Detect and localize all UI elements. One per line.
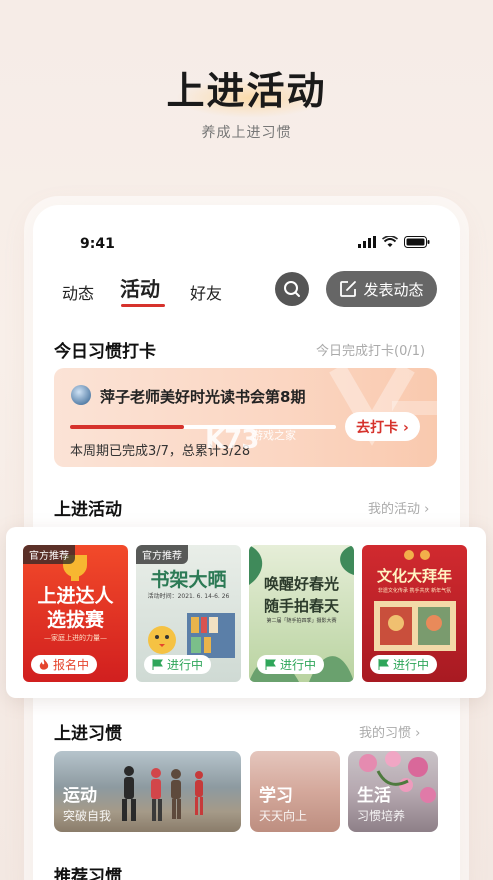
- activity-card[interactable]: 官方推荐 书架大晒 活动时间：2021. 6. 14-6. 26 进行中: [136, 545, 241, 682]
- flag-icon: [265, 659, 276, 670]
- activity-tag: 官方推荐: [136, 545, 188, 564]
- habit-title: 生活: [357, 786, 391, 806]
- habits-section-title: 上进习惯: [54, 724, 122, 744]
- checkin-progress-text: 今日完成打卡(0/1): [316, 344, 426, 359]
- lantern-icon: [404, 550, 430, 560]
- habit-title: 运动: [63, 786, 97, 806]
- recommend-section-title: 推荐习惯: [54, 867, 122, 880]
- flag-icon: [152, 659, 163, 670]
- activity-status-label: 报名中: [53, 658, 90, 672]
- activity-card[interactable]: 唤醒好春光 随手拍春天 第二届「随手拍四季」摄影大赛 进行中: [249, 545, 354, 682]
- post-button[interactable]: 发表动态: [326, 271, 437, 307]
- habit-subtitle: 习惯培养: [357, 809, 406, 823]
- checkin-progress-fill: [70, 425, 185, 429]
- activity-status-badge: 报名中: [31, 655, 98, 674]
- fire-icon: [39, 658, 49, 670]
- edit-icon: [340, 281, 357, 297]
- activity-headline-2: 随手拍春天: [263, 597, 339, 615]
- battery-icon: [404, 236, 430, 248]
- activity-headline: 唤醒好春光: [263, 575, 339, 593]
- activity-headline: 文化大拜年: [376, 567, 452, 585]
- bookshelf-illustration: [148, 613, 235, 658]
- activity-caption: —家庭上进的力量—: [44, 634, 107, 642]
- flag-icon: [378, 659, 389, 670]
- activity-status-badge: 进行中: [370, 655, 438, 674]
- search-button[interactable]: [275, 272, 309, 306]
- watermark-logo: K73: [205, 425, 259, 455]
- status-icons: [358, 236, 430, 248]
- activity-tag: 官方推荐: [23, 545, 75, 564]
- habit-card-life[interactable]: 生活 习惯培养: [348, 751, 438, 832]
- checkin-section-title: 今日习惯打卡: [54, 342, 156, 362]
- activity-status-badge: 进行中: [257, 655, 325, 674]
- hero-title: 上进活动: [166, 69, 327, 113]
- my-habits-link[interactable]: 我的习惯 ›: [359, 722, 420, 741]
- wifi-icon: [382, 236, 398, 247]
- activity-caption: 第二届「随手拍四季」摄影大赛: [266, 618, 337, 624]
- activity-headline: 书架大晒: [150, 569, 227, 591]
- my-activities-link[interactable]: 我的活动 ›: [368, 498, 429, 517]
- tab-active-underline: [121, 304, 165, 307]
- hero-subtitle: 养成上进习惯: [201, 125, 292, 141]
- tab-activities[interactable]: 活动: [120, 273, 160, 302]
- tab-dynamics[interactable]: 动态: [62, 280, 94, 304]
- watermark-text: 游戏之家: [252, 429, 296, 442]
- habit-title: 学习: [259, 786, 293, 806]
- runners-illustration: [122, 766, 203, 821]
- activity-status-label: 进行中: [393, 658, 430, 672]
- festival-illustration: [374, 601, 456, 651]
- activity-headline-2: 选拔赛: [46, 609, 104, 631]
- habit-card-study[interactable]: 学习 天天向上: [250, 751, 340, 832]
- activities-section-title: 上进活动: [54, 500, 122, 520]
- signal-icon: [358, 236, 376, 248]
- checkin-progress-bar: [70, 425, 336, 429]
- activity-card[interactable]: 官方推荐 上进达人 选拔赛 —家庭上进的力量— 报名中: [23, 545, 128, 682]
- habit-card-sport[interactable]: 运动 突破自我: [54, 751, 241, 832]
- activity-status-label: 进行中: [280, 658, 317, 672]
- habit-subtitle: 突破自我: [63, 809, 112, 823]
- activity-card[interactable]: 文化大拜年 非遗文化传承 携手共庆 新年气氛 进行中: [362, 545, 467, 682]
- habit-subtitle: 天天向上: [259, 809, 308, 823]
- status-time: 9:41: [80, 236, 115, 252]
- activity-caption: 活动时间：2021. 6. 14-6. 26: [147, 593, 230, 600]
- post-button-label: 发表动态: [363, 280, 424, 299]
- activity-status-label: 进行中: [167, 658, 204, 672]
- checkin-button[interactable]: 去打卡 ›: [345, 412, 420, 441]
- activity-caption: 非遗文化传承 携手共庆 新年气氛: [377, 588, 452, 594]
- checkin-title: 萍子老师美好时光读书会第8期: [100, 388, 306, 406]
- activity-status-badge: 进行中: [144, 655, 212, 674]
- avatar: [71, 385, 91, 405]
- activity-headline: 上进达人: [37, 585, 114, 607]
- search-icon: [284, 281, 300, 297]
- tab-friends[interactable]: 好友: [190, 280, 222, 304]
